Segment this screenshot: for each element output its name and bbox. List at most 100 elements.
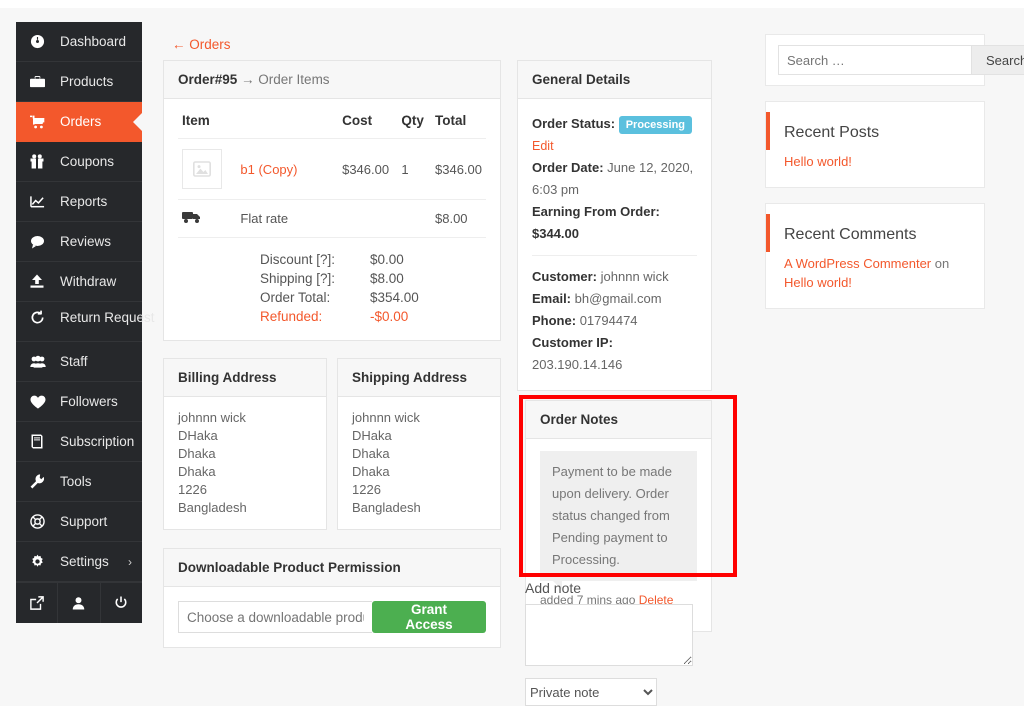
downloadable-product-input[interactable] bbox=[178, 601, 372, 633]
search-widget-inner: Search bbox=[766, 35, 1024, 85]
sidebar-item-staff[interactable]: Staff bbox=[16, 342, 142, 382]
sidebar-item-coupons[interactable]: Coupons bbox=[16, 142, 142, 182]
gear-icon bbox=[30, 554, 54, 569]
table-row: b1 (Copy) $346.00 1 $346.00 bbox=[178, 138, 486, 200]
addresses-row: Billing Address johnnn wick DHaka Dhaka … bbox=[163, 358, 501, 530]
sidebar-item-label: Reviews bbox=[60, 233, 112, 249]
sidebar-item-support[interactable]: Support bbox=[16, 502, 142, 542]
phone-label: Phone: bbox=[532, 313, 577, 328]
chevron-right-icon: › bbox=[128, 554, 132, 569]
shipping-method-label: Flat rate bbox=[236, 199, 339, 238]
product-link[interactable]: b1 (Copy) bbox=[240, 162, 297, 177]
power-icon[interactable] bbox=[101, 583, 142, 623]
sidebar-item-label: Coupons bbox=[60, 153, 115, 169]
sidebar-item-reviews[interactable]: Reviews bbox=[16, 222, 142, 262]
shipping-address-title: Shipping Address bbox=[338, 359, 500, 397]
downloadable-permission-title: Downloadable Product Permission bbox=[164, 549, 500, 587]
search-button[interactable]: Search bbox=[971, 45, 1024, 75]
order-total-label: Order Total: bbox=[260, 290, 331, 305]
recent-posts-widget: Recent Posts Hello world! bbox=[765, 101, 985, 188]
add-note-title: Add note bbox=[525, 580, 582, 596]
sidebar-item-followers[interactable]: Followers bbox=[16, 382, 142, 422]
shipping-address-body: johnnn wick DHaka Dhaka Dhaka 1226 Bangl… bbox=[338, 397, 500, 529]
item-cost: $346.00 bbox=[338, 138, 398, 200]
total-row-discount: Discount [?]: $0.00 bbox=[260, 250, 419, 269]
recent-comments-card: Recent Comments A WordPress Commenter on… bbox=[765, 203, 985, 309]
order-total-value: $354.00 bbox=[370, 290, 419, 305]
general-details-body: Order Status: Processing Edit Order Date… bbox=[518, 99, 711, 390]
add-note-type-select[interactable]: Private note bbox=[525, 678, 657, 706]
sidebar-item-orders[interactable]: Orders bbox=[16, 102, 142, 142]
order-date-row: Order Date: June 12, 2020, 6:03 pm bbox=[532, 157, 697, 201]
grant-access-button[interactable]: Grant Access bbox=[372, 601, 486, 633]
cart-icon bbox=[30, 115, 54, 129]
customer-row: Customer: johnnn wick bbox=[532, 266, 697, 288]
sidebar-item-settings[interactable]: Settings › bbox=[16, 542, 142, 582]
sidebar-item-tools[interactable]: Tools bbox=[16, 462, 142, 502]
total-row-shipping: Shipping [?]: $8.00 bbox=[260, 269, 419, 288]
sidebar-item-subscription[interactable]: Subscription bbox=[16, 422, 142, 462]
order-totals-table: Discount [?]: $0.00 Shipping [?]: $8.00 … bbox=[260, 250, 419, 326]
general-details-card: General Details Order Status: Processing… bbox=[517, 60, 712, 391]
shipping-row: Flat rate $8.00 bbox=[178, 199, 486, 238]
add-note-textarea[interactable] bbox=[525, 604, 693, 666]
earning-value: $344.00 bbox=[532, 226, 579, 241]
col-total: Total bbox=[431, 99, 486, 139]
sidebar-item-label: Tools bbox=[60, 473, 92, 489]
wrench-icon bbox=[30, 474, 54, 489]
address-line: Bangladesh bbox=[352, 500, 421, 515]
recent-post-link[interactable]: Hello world! bbox=[784, 154, 852, 169]
col-cost: Cost bbox=[338, 99, 398, 139]
add-note-panel: Add note Private note bbox=[525, 580, 712, 706]
external-link-icon[interactable] bbox=[16, 583, 59, 623]
discount-value: $0.00 bbox=[370, 252, 404, 267]
customer-ip-label: Customer IP: bbox=[532, 335, 613, 350]
sidebar-item-products[interactable]: Products bbox=[16, 62, 142, 102]
shipping-cost-empty bbox=[338, 199, 398, 238]
lifebuoy-icon bbox=[30, 514, 54, 529]
address-line: Dhaka bbox=[352, 464, 390, 479]
order-totals: Discount [?]: $0.00 Shipping [?]: $8.00 … bbox=[178, 238, 486, 330]
sidebar-item-label: Dashboard bbox=[60, 33, 127, 49]
comment-on-text: on bbox=[931, 256, 950, 271]
order-items-body: Item Cost Qty Total b1 (Copy) $346.00 1 … bbox=[164, 99, 500, 340]
col-item: Item bbox=[178, 99, 237, 139]
sidebar-item-label: Return Request bbox=[60, 310, 155, 325]
shipping-qty-empty bbox=[397, 199, 431, 238]
image-placeholder-icon bbox=[182, 149, 222, 189]
order-status-label: Order Status: bbox=[532, 116, 616, 131]
order-items-subtitle: → Order Items bbox=[237, 72, 330, 87]
table-header-row: Item Cost Qty Total bbox=[178, 99, 486, 139]
comment-author-link[interactable]: A WordPress Commenter bbox=[784, 256, 931, 271]
sidebar-item-reports[interactable]: Reports bbox=[16, 182, 142, 222]
sidebar-item-label: Products bbox=[60, 73, 114, 89]
sidebar-item-dashboard[interactable]: Dashboard bbox=[16, 22, 142, 62]
edit-status-link[interactable]: Edit bbox=[532, 135, 697, 157]
dashboard-icon bbox=[30, 34, 54, 49]
back-to-orders-link[interactable]: ← Orders bbox=[172, 37, 231, 52]
order-notes-title: Order Notes bbox=[526, 401, 711, 439]
total-row-refunded: Refunded: -$0.00 bbox=[260, 307, 419, 326]
sidebar-item-label: Withdraw bbox=[60, 273, 117, 289]
sidebar-item-withdraw[interactable]: Withdraw bbox=[16, 262, 142, 302]
address-line: 1226 bbox=[178, 482, 207, 497]
order-items-card: Order#95 → Order Items Item Cost Qty Tot… bbox=[163, 60, 501, 341]
sidebar-item-label: Settings bbox=[60, 553, 109, 569]
earning-label: Earning From Order: bbox=[532, 204, 660, 219]
general-details-title: General Details bbox=[518, 61, 711, 99]
sidebar-item-label: Staff bbox=[60, 353, 88, 369]
sidebar-item-label: Subscription bbox=[60, 433, 135, 449]
general-details-panel: General Details Order Status: Processing… bbox=[517, 60, 712, 391]
address-line: Dhaka bbox=[178, 446, 216, 461]
search-input[interactable] bbox=[778, 45, 971, 75]
address-line: Dhaka bbox=[178, 464, 216, 479]
address-line: DHaka bbox=[352, 428, 392, 443]
sidebar-item-return-request[interactable]: Return Request bbox=[16, 302, 155, 342]
user-icon[interactable] bbox=[58, 583, 101, 623]
comment-post-link[interactable]: Hello world! bbox=[784, 275, 852, 290]
address-line: johnnn wick bbox=[352, 410, 420, 425]
search-widget: Search bbox=[765, 34, 1024, 86]
address-line: Dhaka bbox=[352, 446, 390, 461]
total-row-order-total: Order Total: $354.00 bbox=[260, 288, 419, 307]
email-value: bh@gmail.com bbox=[574, 291, 662, 306]
